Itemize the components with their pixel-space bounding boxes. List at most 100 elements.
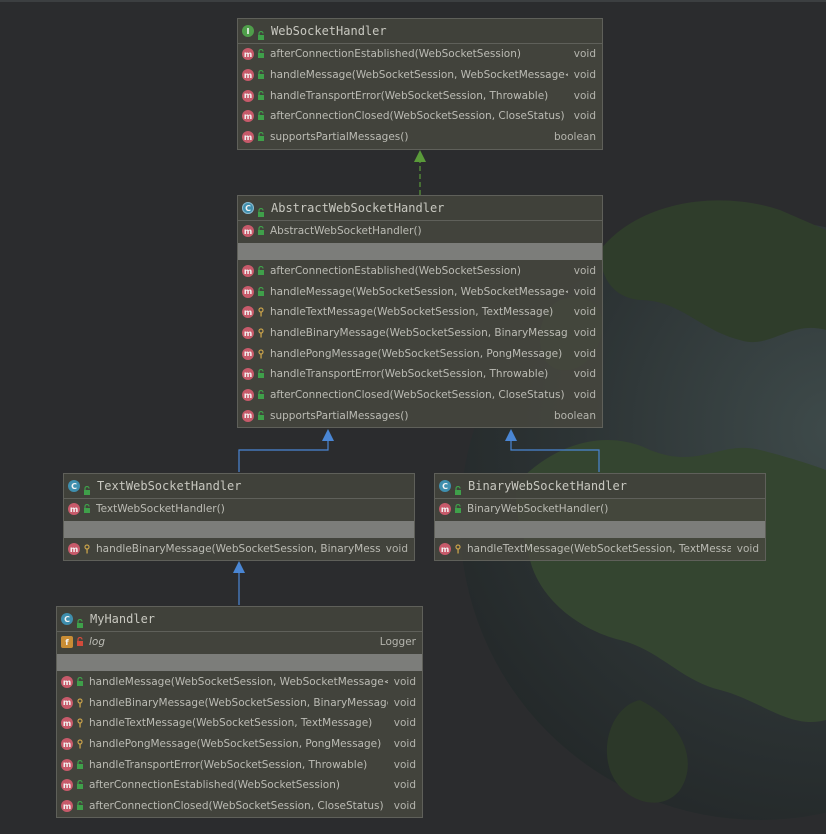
member-row[interactable]: m supportsPartialMessages() boolean [238,127,602,148]
method-icon: m [242,48,254,61]
interface-icon: I [242,25,254,37]
member-row[interactable]: m TextWebSocketHandler() [64,499,414,520]
member-row[interactable]: m afterConnectionClosed(WebSocketSession,… [238,385,602,406]
member-row[interactable]: m afterConnectionClosed(WebSocketSession,… [238,106,602,127]
extends-arrowhead-binary [505,429,517,441]
public-icon [76,759,84,770]
member-row[interactable]: m AbstractWebSocketHandler() [238,221,602,242]
public-icon [454,481,462,495]
class-box-abstractwebsockethandler[interactable]: C AbstractWebSocketHandler m AbstractWebS… [237,195,603,428]
class-header[interactable]: I WebSocketHandler [238,19,602,44]
class-box-websockethandler[interactable]: I WebSocketHandler m afterConnectionEstab… [237,18,603,150]
member-row[interactable]: m handleBinaryMessage(WebSocketSession, B… [238,323,602,344]
method-icon: m [242,110,254,123]
fields-separator [57,653,422,671]
member-name: afterConnectionEstablished(WebSocketSess… [270,265,521,278]
member-row[interactable]: m afterConnectionEstablished(WebSocketSes… [57,775,422,796]
method-icon: m [242,327,254,340]
method-icon: m [242,347,254,360]
member-name: log [89,636,106,649]
field-icon: f [61,636,73,649]
class-header[interactable]: C BinaryWebSocketHandler [435,474,765,499]
method-icon: m [61,800,73,813]
member-row[interactable]: m handleMessage(WebSocketSession, WebSock… [238,65,602,86]
member-row[interactable]: m BinaryWebSocketHandler() [435,499,765,520]
member-row[interactable]: m handleBinaryMessage(WebSocketSession, B… [64,539,414,560]
member-type: void [393,717,416,730]
class-name: MyHandler [90,612,156,626]
method-icon: m [242,368,254,381]
member-row[interactable]: m handleTransportError(WebSocketSession, … [238,364,602,385]
member-type: void [393,676,416,689]
member-row[interactable]: m handlePongMessage(WebSocketSession, Pon… [57,734,422,755]
extends-arrowhead-my [233,561,245,573]
class-box-textwebsockethandler[interactable]: C TextWebSocketHandler m TextWebSocketHan… [63,473,415,561]
member-name: afterConnectionClosed(WebSocketSession, … [270,110,565,123]
member-name: handleMessage(WebSocketSession, WebSocke… [270,285,568,298]
member-type: void [573,389,596,402]
member-name: handleBinaryMessage(WebSocketSession, Bi… [270,327,568,340]
member-row[interactable]: m handleTextMessage(WebSocketSession, Tex… [238,302,602,323]
class-box-binarywebsockethandler[interactable]: C BinaryWebSocketHandler m BinaryWebSocke… [434,473,766,561]
extends-line-text [238,441,329,472]
member-type: void [736,543,759,556]
public-icon [257,132,265,142]
member-name: supportsPartialMessages() [270,131,409,144]
class-name: AbstractWebSocketHandler [271,201,445,215]
member-row[interactable]: m handleBinaryMessage(WebSocketSession, B… [57,692,422,713]
member-type: void [573,48,596,61]
fields-separator [238,242,602,260]
member-name: supportsPartialMessages() [270,409,409,422]
member-type: Logger [379,636,416,649]
member-name: handleMessage(WebSocketSession, WebSocke… [89,676,388,689]
method-icon: m [61,779,73,792]
class-header[interactable]: C TextWebSocketHandler [64,474,414,499]
class-name: TextWebSocketHandler [97,479,242,493]
class-box-myhandler[interactable]: C MyHandler f log Logger m handleMessage(We… [56,606,423,818]
method-icon: m [68,543,80,556]
method-icon: m [242,131,254,144]
method-icon: m [439,543,451,556]
class-icon: C [439,480,451,492]
public-icon [257,369,265,379]
member-name: AbstractWebSocketHandler() [270,225,422,238]
method-icon: m [61,696,73,709]
field-row[interactable]: f log Logger [57,632,422,653]
member-row[interactable]: m supportsPartialMessages() boolean [238,406,602,427]
class-icon: C [68,480,80,492]
member-row[interactable]: m handleTransportError(WebSocketSession, … [57,754,422,775]
method-icon: m [61,758,73,771]
member-row[interactable]: m afterConnectionClosed(WebSocketSession,… [57,796,422,817]
member-type: void [573,89,596,102]
member-row[interactable]: m handleMessage(WebSocketSession, WebSock… [57,672,422,693]
protected-icon [257,349,265,359]
member-type: void [573,110,596,123]
class-header[interactable]: C MyHandler [57,607,422,632]
method-icon: m [242,306,254,319]
member-row[interactable]: m handleMessage(WebSocketSession, WebSock… [238,281,602,302]
public-icon [83,504,91,514]
member-row[interactable]: m handleTextMessage(WebSocketSession, Tex… [57,713,422,734]
method-icon: m [242,89,254,102]
member-row[interactable]: m afterConnectionEstablished(WebSocketSes… [238,261,602,282]
class-header[interactable]: C AbstractWebSocketHandler [238,196,602,221]
member-row[interactable]: m afterConnectionEstablished(WebSocketSes… [238,44,602,65]
method-icon: m [61,717,73,730]
fields-separator [64,520,414,538]
public-icon [257,390,265,400]
public-icon [83,481,91,495]
member-row[interactable]: m handleTextMessage(WebSocketSession, Tex… [435,539,765,560]
method-icon: m [61,738,73,751]
member-name: afterConnectionClosed(WebSocketSession, … [89,800,384,813]
public-icon [454,504,462,514]
public-icon [257,226,265,236]
member-type: void [573,285,596,298]
member-type: boolean [554,131,596,144]
member-row[interactable]: m handlePongMessage(WebSocketSession, Pon… [238,343,602,364]
member-type: void [393,758,416,771]
member-name: handleTextMessage(WebSocketSession, Text… [270,306,554,319]
public-icon [257,286,265,297]
member-name: handleTransportError(WebSocketSession, T… [89,758,368,771]
method-icon: m [242,285,254,298]
member-row[interactable]: m handleTransportError(WebSocketSession, … [238,85,602,106]
